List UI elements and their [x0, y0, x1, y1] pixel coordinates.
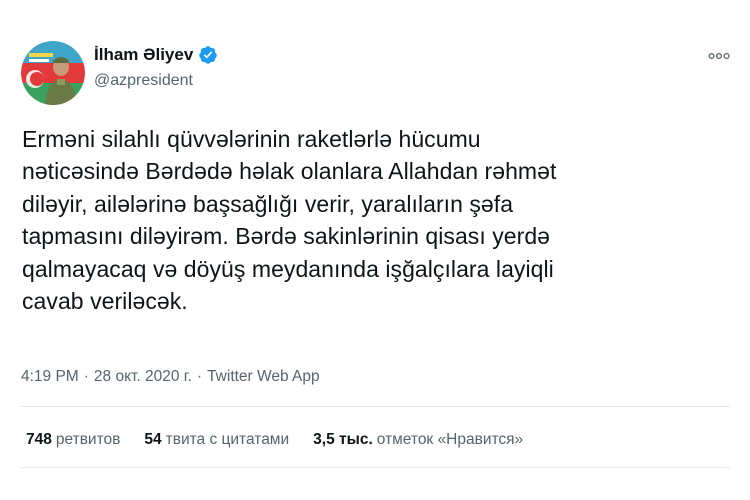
quotes-label: твита с цитатами [165, 431, 290, 448]
tweet-text-line: diləyir, ailələrinə başsağlığı verir, ya… [22, 190, 514, 217]
tweet-date[interactable]: 28 окт. 2020 г. [94, 368, 192, 385]
tweet-text-line: nəticəsində Bərdədə həlak olanlara Allah… [22, 158, 557, 185]
meta-separator: · [196, 368, 203, 385]
tweet-text-line: cavab veriləcək. [22, 288, 188, 315]
verified-badge-icon [198, 45, 218, 65]
divider [21, 406, 730, 407]
author-name-row[interactable]: İlham Əliyev [94, 45, 218, 65]
tweet-text: Erməni silahlı qüvvələrinin raketlərlə h… [22, 123, 722, 317]
likes-label: отметок «Нравится» [376, 431, 524, 448]
retweets-label: ретвитов [55, 431, 121, 448]
avatar[interactable] [21, 41, 85, 105]
more-options-icon[interactable] [706, 46, 732, 66]
author-handle[interactable]: @azpresident [94, 72, 193, 90]
retweets-stat[interactable]: 748 ретвитов [26, 431, 120, 449]
likes-stat[interactable]: 3,5 тыс. отметок «Нравится» [313, 431, 523, 449]
tweet-text-line: Erməni silahlı qüvvələrinin raketlərlə h… [22, 126, 481, 152]
tweet-text-line: tapmasını diləyirəm. Bərdə sakinlərinin … [22, 223, 551, 250]
tweet-stats: 748 ретвитов 54 твита с цитатами 3,5 тыс. о… [26, 431, 547, 449]
tweet-source[interactable]: Twitter Web App [207, 368, 320, 385]
meta-separator: · [83, 368, 89, 385]
quotes-stat[interactable]: 54 твита с цитатами [144, 431, 289, 449]
retweets-count: 748 [26, 431, 52, 448]
quotes-count: 54 [144, 431, 162, 448]
tweet-card: İlham Əliyev @azpresident Erməni silahlı… [0, 0, 750, 500]
tweet-meta: 4:19 PM · 28 окт. 2020 г. · Twitter Web App [21, 368, 320, 386]
likes-count: 3,5 тыс. [313, 431, 373, 448]
tweet-text-line: qalmayacaq və döyüş meydanında işğalçıla… [22, 255, 554, 282]
author-name: İlham Əliyev [94, 45, 194, 64]
divider [21, 467, 730, 468]
tweet-time[interactable]: 4:19 PM [21, 368, 79, 385]
avatar-image [21, 41, 85, 105]
